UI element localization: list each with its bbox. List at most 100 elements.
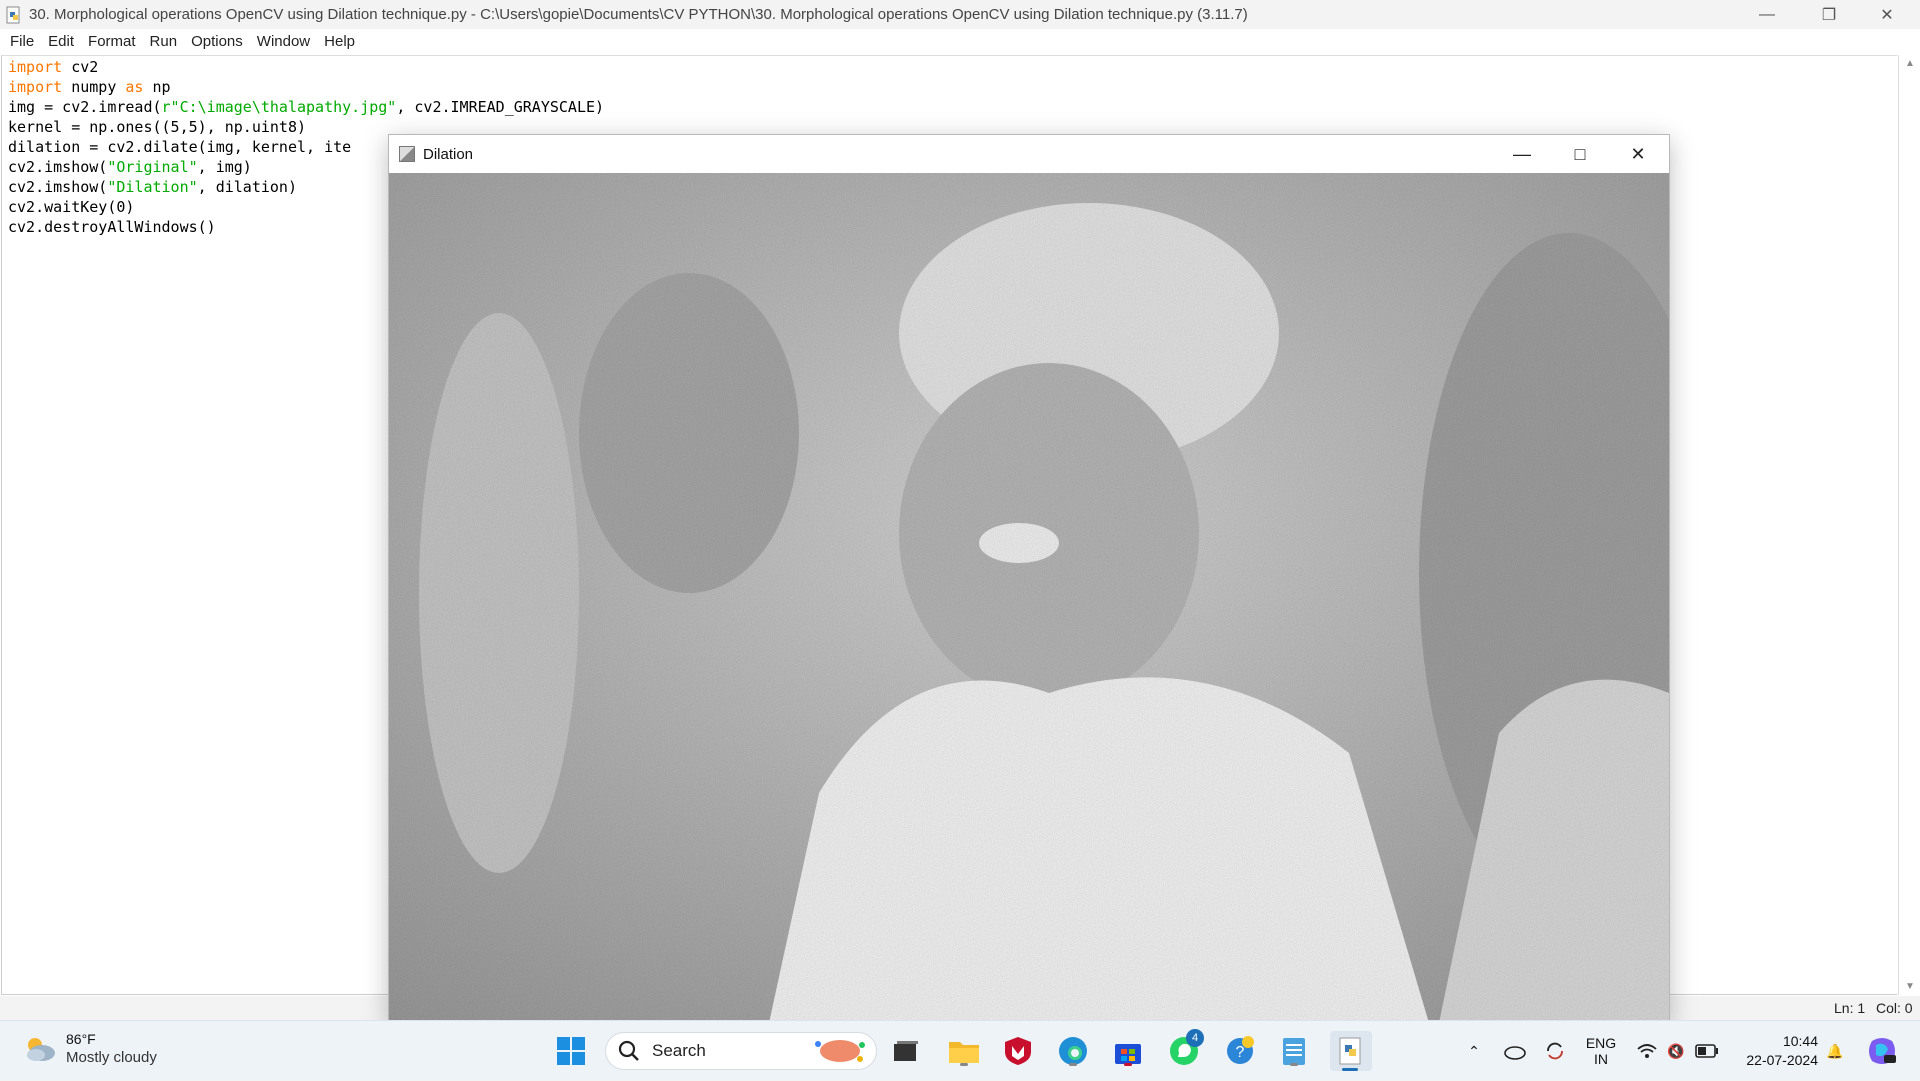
code-line[interactable]: import cv2 <box>8 57 604 77</box>
dilated-photo-placeholder <box>389 173 1669 1023</box>
python-idle-button[interactable] <box>1330 1031 1372 1071</box>
mcafee-shield-icon <box>1005 1037 1031 1065</box>
microsoft-store-button[interactable] <box>1110 1033 1146 1069</box>
mcafee-button[interactable] <box>1000 1033 1036 1069</box>
python-file-icon <box>6 6 20 23</box>
system-clock[interactable]: 10:44 22-07-2024 <box>1736 1021 1818 1081</box>
attention-indicator <box>1124 1063 1132 1066</box>
dilation-title-bar[interactable]: Dilation — □ ✕ <box>389 135 1669 173</box>
notepad-button[interactable] <box>1276 1033 1312 1069</box>
svg-text:?: ? <box>1236 1044 1245 1061</box>
code-token: cv2.destroyAllWindows() <box>8 218 216 236</box>
dilation-window: Dilation — □ ✕ <box>388 134 1670 1024</box>
copilot-icon <box>1869 1038 1896 1064</box>
status-line: Ln: 1 <box>1834 1000 1866 1016</box>
code-keyword: import <box>8 58 63 76</box>
minimize-button[interactable]: — <box>1738 0 1796 29</box>
wifi-status[interactable] <box>1632 1021 1662 1081</box>
code-keyword: as <box>125 78 144 96</box>
tips-button[interactable]: ? <box>1222 1033 1258 1069</box>
opencv-window-icon <box>399 146 415 162</box>
code-token: , cv2.IMREAD_GRAYSCALE) <box>396 98 605 116</box>
code-token: cv2 <box>62 58 99 76</box>
dilation-window-title: Dilation <box>423 145 474 163</box>
code-string: r"C:\image\thalapathy.jpg" <box>161 98 397 116</box>
region-code: IN <box>1594 1051 1608 1067</box>
menu-help[interactable]: Help <box>317 33 362 50</box>
dilation-maximize-button[interactable]: □ <box>1551 135 1609 173</box>
code-string: "Original" <box>107 158 198 176</box>
whatsapp-button[interactable]: 4 <box>1166 1029 1204 1069</box>
edge-browser-button[interactable] <box>1055 1033 1091 1069</box>
code-token: kernel = np.ones((5,5), np.uint8) <box>8 118 307 136</box>
taskbar-search[interactable]: Search <box>605 1032 877 1070</box>
menu-bar: File Edit Format Run Options Window Help <box>0 29 1920 54</box>
weather-temperature: 86°F <box>66 1031 96 1047</box>
task-view-icon <box>894 1041 918 1061</box>
menu-window[interactable]: Window <box>250 33 317 50</box>
show-hidden-icons-button[interactable]: ⌃ <box>1462 1021 1486 1081</box>
menu-edit[interactable]: Edit <box>41 33 81 50</box>
battery-icon <box>1695 1044 1718 1058</box>
clock-date: 22-07-2024 <box>1746 1052 1818 1068</box>
python-idle-icon <box>1339 1037 1361 1065</box>
cloudy-weather-icon <box>27 1037 55 1061</box>
code-string: "Dilation" <box>107 178 198 196</box>
code-token: img = cv2.imread( <box>8 98 162 116</box>
clock-time: 10:44 <box>1782 1033 1818 1049</box>
language-indicator[interactable]: ENG IN <box>1578 1021 1624 1081</box>
idle-title-bar[interactable]: 30. Morphological operations OpenCV usin… <box>0 0 1920 29</box>
battery-status[interactable] <box>1692 1021 1722 1081</box>
folder-icon <box>949 1042 979 1063</box>
code-line[interactable]: img = cv2.imread(r"C:\image\thalapathy.j… <box>8 97 604 117</box>
code-token: , dilation) <box>197 178 297 196</box>
weather-widget[interactable]: 86°F Mostly cloudy <box>22 1031 157 1066</box>
task-view-button[interactable] <box>888 1033 924 1069</box>
code-token: dilation = cv2.dilate(img, kernel, ite <box>8 138 352 156</box>
menu-options[interactable]: Options <box>184 33 250 50</box>
code-token: , img) <box>197 158 252 176</box>
code-token: cv2.imshow( <box>8 158 108 176</box>
dilation-minimize-button[interactable]: — <box>1493 135 1551 173</box>
whatsapp-notification-badge: 4 <box>1186 1029 1204 1047</box>
status-column: Col: 0 <box>1876 1000 1913 1016</box>
running-indicator <box>1290 1063 1298 1066</box>
bell-icon: 🔔 <box>1826 1042 1844 1059</box>
code-token: np <box>143 78 171 96</box>
notifications-button[interactable]: 🔔 <box>1822 1021 1848 1081</box>
copilot-button[interactable] <box>1862 1021 1902 1081</box>
windows-logo-icon <box>557 1037 585 1065</box>
vertical-scrollbar[interactable]: ▲ ▼ <box>1898 55 1920 995</box>
chevron-up-icon: ⌃ <box>1468 1042 1480 1059</box>
running-indicator <box>1069 1063 1077 1066</box>
idle-window-title: 30. Morphological operations OpenCV usin… <box>29 6 1248 23</box>
start-button[interactable] <box>553 1033 589 1069</box>
volume-status[interactable]: 🔇 <box>1662 1021 1690 1081</box>
scroll-up-icon[interactable]: ▲ <box>1905 58 1915 69</box>
menu-file[interactable]: File <box>3 33 41 50</box>
refresh-icon <box>1547 1042 1563 1060</box>
search-icon <box>618 1040 639 1061</box>
menu-run[interactable]: Run <box>143 33 185 50</box>
wifi-icon <box>1637 1044 1657 1058</box>
dilation-close-button[interactable]: ✕ <box>1609 135 1667 173</box>
scroll-down-icon[interactable]: ▼ <box>1905 981 1915 992</box>
close-button[interactable]: ✕ <box>1858 0 1916 29</box>
onedrive-button[interactable] <box>1500 1021 1530 1081</box>
dilated-image <box>389 173 1669 1023</box>
restore-button[interactable]: ❐ <box>1800 0 1858 29</box>
code-token: numpy <box>62 78 126 96</box>
store-bag-icon <box>1115 1044 1141 1064</box>
running-indicator <box>960 1063 968 1066</box>
muted-speaker-icon: 🔇 <box>1667 1042 1685 1059</box>
cloud-sync-icon <box>1504 1046 1526 1060</box>
weather-condition: Mostly cloudy <box>66 1049 157 1066</box>
menu-format[interactable]: Format <box>81 33 143 50</box>
code-keyword: import <box>8 78 63 96</box>
file-explorer-button[interactable] <box>946 1033 982 1069</box>
sync-button[interactable] <box>1540 1021 1570 1081</box>
code-token: cv2.waitKey(0) <box>8 198 135 216</box>
search-highlight-brain-icon <box>815 1040 865 1062</box>
taskbar: 86°F Mostly cloudy Search 4 ? ⌃ ENG IN 🔇… <box>0 1020 1920 1080</box>
code-line[interactable]: import numpy as np <box>8 77 604 97</box>
